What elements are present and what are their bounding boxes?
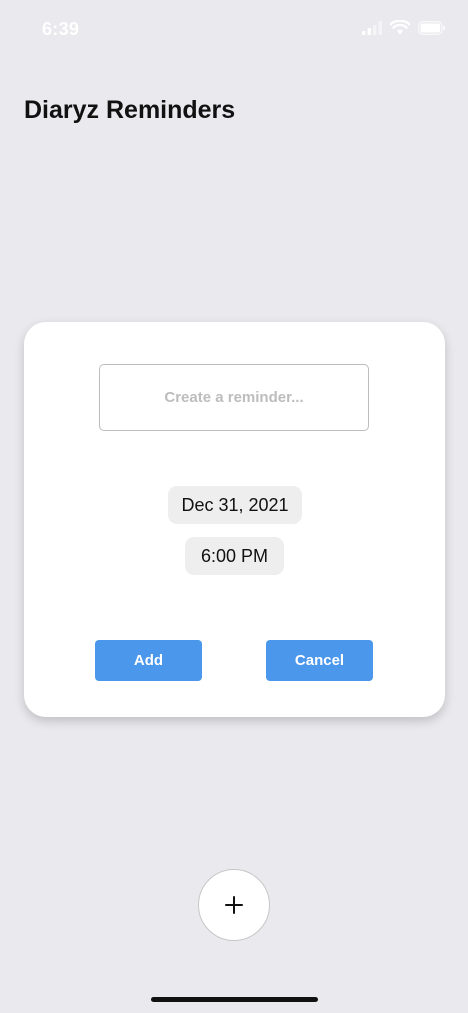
- status-bar: 6:39: [0, 0, 468, 60]
- add-reminder-button[interactable]: [198, 869, 270, 941]
- status-time: 6:39: [42, 19, 80, 39]
- cancel-button[interactable]: Cancel: [266, 640, 373, 681]
- page-title: Diaryz Reminders: [24, 96, 236, 124]
- status-icons: [362, 20, 446, 35]
- home-indicator: [151, 997, 318, 1002]
- time-picker[interactable]: 6:00 PM: [185, 537, 284, 575]
- wifi-icon: [390, 20, 410, 35]
- date-picker[interactable]: Dec 31, 2021: [168, 486, 302, 524]
- plus-icon: [225, 896, 243, 914]
- battery-icon: [418, 20, 445, 35]
- reminder-card: Dec 31, 2021 6:00 PM Add Cancel: [24, 322, 445, 717]
- add-button[interactable]: Add: [95, 640, 202, 681]
- signal-icon: [362, 20, 382, 35]
- reminder-input[interactable]: [99, 364, 369, 431]
